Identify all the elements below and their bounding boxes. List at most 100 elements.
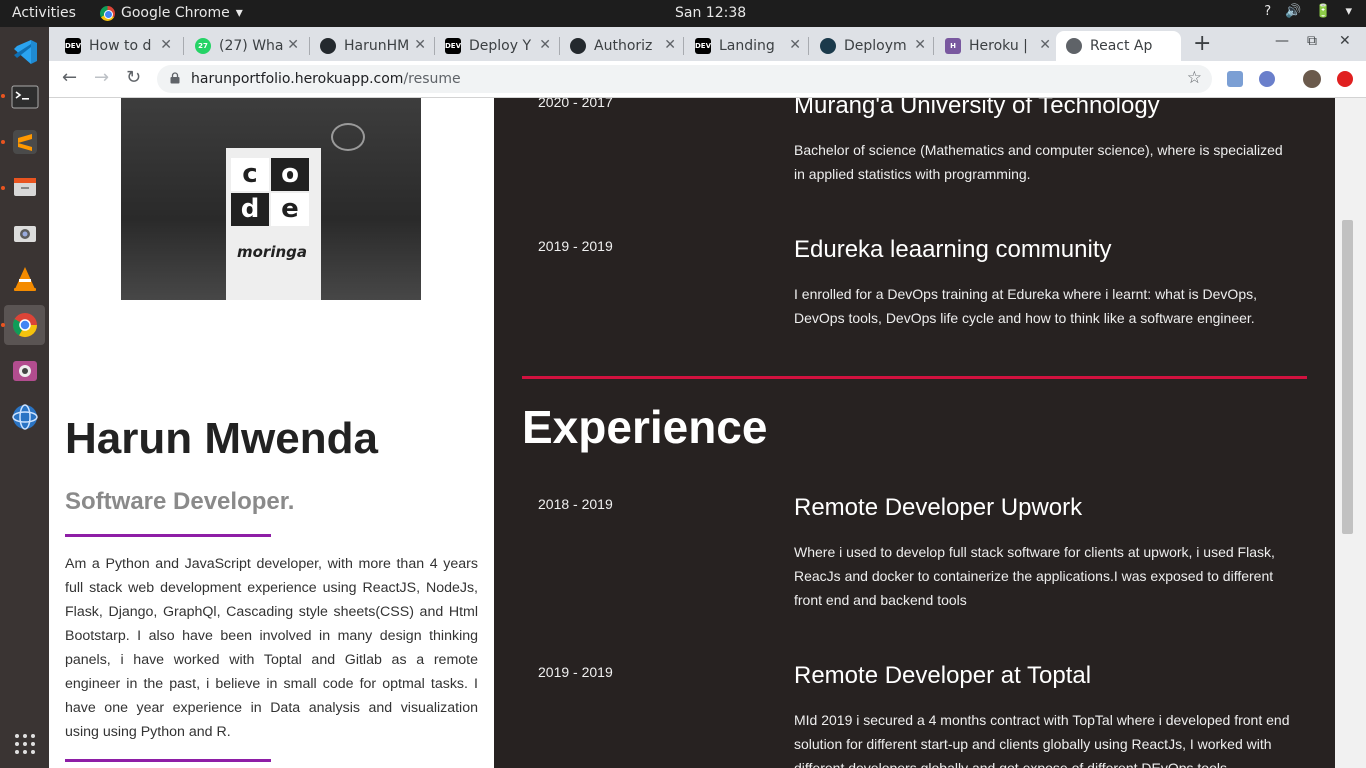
app-menu[interactable]: Google Chrome ▾ [100,5,243,21]
resume-column: 2020 - 2017 Murang'a University of Techn… [494,98,1335,768]
dock-item-files[interactable] [4,167,45,207]
dock-item-show-apps[interactable] [4,724,45,764]
dock [0,27,49,768]
battery-icon[interactable]: 🔋 [1315,4,1331,19]
maximize-button[interactable]: ⧉ [1307,33,1317,49]
close-icon[interactable]: ✕ [414,37,426,53]
entry-description: I enrolled for a DevOps training at Edur… [794,286,1257,326]
volume-icon[interactable]: 🔊 [1285,4,1301,19]
avatar[interactable] [1303,70,1321,88]
tab-title: Deploym [844,38,907,54]
globe-icon [1066,38,1082,54]
tab-title: HarunHM [344,38,410,54]
tab-separator [183,37,184,55]
help-icon[interactable]: ? [1264,4,1271,19]
minimize-button[interactable]: — [1275,33,1289,49]
close-icon[interactable]: ✕ [539,37,551,53]
app-menu-label: Google Chrome [121,5,230,21]
sublime-text-icon [12,130,37,154]
tab-separator [683,37,684,55]
tab-title: (27) Wha [219,38,284,54]
extension-icon[interactable] [1227,71,1243,87]
tab-dev-landing[interactable]: DEV Landing ✕ [685,31,809,61]
tab-title: React Ap [1090,38,1153,54]
activities-button[interactable]: Activities [12,5,76,21]
dock-item-camera[interactable] [4,351,45,391]
code-letter: o [271,158,309,191]
update-icon[interactable] [1337,71,1353,87]
profile-column: c o d e moringa Harun Mwenda Software De… [49,98,494,768]
extension-icon[interactable] [1259,71,1275,87]
terminal-icon [11,85,38,109]
dev-icon: DEV [445,38,461,54]
dock-item-chrome[interactable] [4,305,45,345]
dock-item-globe[interactable] [4,397,45,437]
close-icon[interactable]: ✕ [287,37,299,53]
page-scrollbar[interactable] [1335,98,1366,768]
entry-date: 2020 - 2017 [538,98,613,110]
tab-title: Deploy Y [469,38,532,54]
clock[interactable]: San 12:38 [675,5,746,21]
entry-title: Edureka leaarning community [794,236,1112,263]
jacket-badge [331,123,365,151]
entry-date: 2019 - 2019 [538,238,613,254]
back-button[interactable]: ← [62,67,77,88]
close-window-button[interactable]: ✕ [1339,33,1351,49]
close-icon[interactable]: ✕ [664,37,676,53]
dock-item-vlc[interactable] [4,259,45,299]
dev-icon: DEV [65,38,81,54]
address-bar[interactable]: harunportfolio.herokuapp.com/resume ☆ [157,65,1212,93]
entry-description: Where i used to develop full stack softw… [794,544,1275,608]
new-tab-button[interactable]: + [1193,31,1211,56]
close-icon[interactable]: ✕ [914,37,926,53]
shirt-brand-text: moringa [237,243,308,261]
dock-item-vscode[interactable] [4,32,45,72]
github-icon [320,38,336,54]
react-icon [820,38,836,54]
chrome-icon [12,313,37,338]
close-icon[interactable]: ✕ [789,37,801,53]
entry-title: Remote Developer at Toptal [794,662,1092,689]
url-path: /resume [403,71,461,87]
entry-description: MId 2019 i secured a 4 months contract w… [794,712,1290,768]
tab-github-authorize[interactable]: Authoriz ✕ [560,31,684,61]
bookmark-star-icon[interactable]: ☆ [1187,68,1202,88]
github-icon [570,38,586,54]
tab-heroku[interactable]: H Heroku | ✕ [935,31,1059,61]
tab-separator [933,37,934,55]
files-icon [13,178,36,196]
tab-title: Authoriz [594,38,653,54]
chevron-down-icon[interactable]: ▾ [1345,4,1352,19]
dock-item-terminal[interactable] [4,77,45,117]
tab-react-deployment[interactable]: Deploym ✕ [810,31,934,61]
url-text: harunportfolio.herokuapp.com/resume [191,71,461,87]
tab-title: Heroku | [969,38,1028,54]
tab-github-harun[interactable]: HarunHM ✕ [310,31,434,61]
section-title-experience: Experience [522,401,768,453]
dock-item-screenshot[interactable] [4,213,45,253]
dock-item-sublime[interactable] [4,122,45,162]
close-icon[interactable]: ✕ [160,37,172,53]
reload-button[interactable]: ↻ [126,67,141,88]
profile-bio: Am a Python and JavaScript developer, wi… [65,556,478,740]
heroku-icon: H [945,38,961,54]
vlc-icon [13,267,36,291]
tab-dev-deploy[interactable]: DEV Deploy Y ✕ [435,31,559,61]
entry-title: Remote Developer Upwork [794,494,1083,521]
tab-title: How to d [89,38,152,54]
entry-date: 2019 - 2019 [538,664,613,680]
tab-whatsapp[interactable]: 27 (27) Wha ✕ [185,31,307,61]
chrome-icon [100,5,115,21]
code-letter: e [271,193,309,226]
tab-react-app[interactable]: React Ap [1056,31,1181,61]
close-icon[interactable]: ✕ [1039,37,1051,53]
forward-button[interactable]: → [94,67,109,88]
system-tray[interactable]: ? 🔊 🔋 ▾ [1264,4,1352,19]
code-letter: d [231,193,269,226]
tab-strip: DEV How to d ✕ 27 (27) Wha ✕ HarunHM ✕ D… [49,27,1366,61]
scrollbar-thumb[interactable] [1342,220,1353,534]
code-graphic: c o d e [231,158,309,226]
whatsapp-icon: 27 [195,38,211,54]
running-indicator [1,323,5,327]
tab-dev-how-to[interactable]: DEV How to d ✕ [55,31,180,61]
